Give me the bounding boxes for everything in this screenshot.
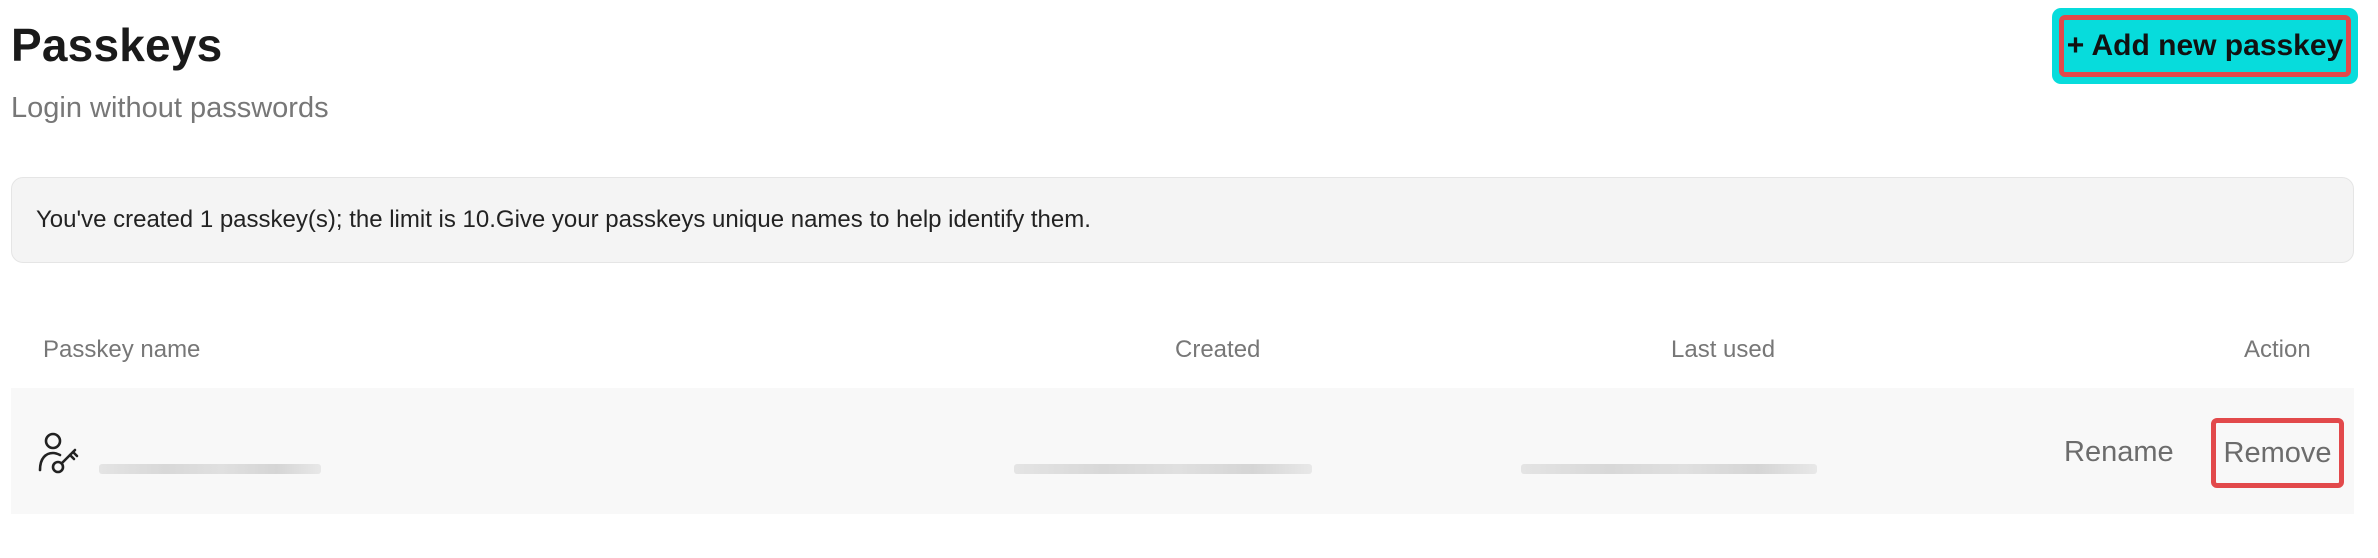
page-title: Passkeys bbox=[11, 19, 223, 71]
column-header-passkey-name: Passkey name bbox=[43, 336, 201, 363]
column-header-created: Created bbox=[1175, 336, 1261, 363]
notice-text: You've created 1 passkey(s); the limit i… bbox=[36, 206, 1091, 233]
created-date-redacted bbox=[1014, 464, 1312, 474]
page-subtitle: Login without passwords bbox=[11, 92, 329, 124]
rename-button[interactable]: Rename bbox=[2064, 436, 2174, 469]
column-header-last-used: Last used bbox=[1671, 336, 1776, 363]
table-row: Rename Remove bbox=[11, 388, 2354, 514]
last-used-redacted bbox=[1521, 464, 1817, 474]
add-new-passkey-button[interactable]: + Add new passkey bbox=[2059, 15, 2351, 77]
passkey-limit-notice: You've created 1 passkey(s); the limit i… bbox=[11, 177, 2354, 263]
remove-button[interactable]: Remove bbox=[2211, 418, 2344, 488]
passkey-name-redacted bbox=[99, 464, 321, 474]
passkeys-page: Passkeys Login without passwords + Add n… bbox=[0, 0, 2378, 558]
column-header-action: Action bbox=[2244, 336, 2311, 363]
passkey-icon bbox=[36, 430, 82, 476]
add-passkey-highlight: + Add new passkey bbox=[2052, 8, 2358, 84]
